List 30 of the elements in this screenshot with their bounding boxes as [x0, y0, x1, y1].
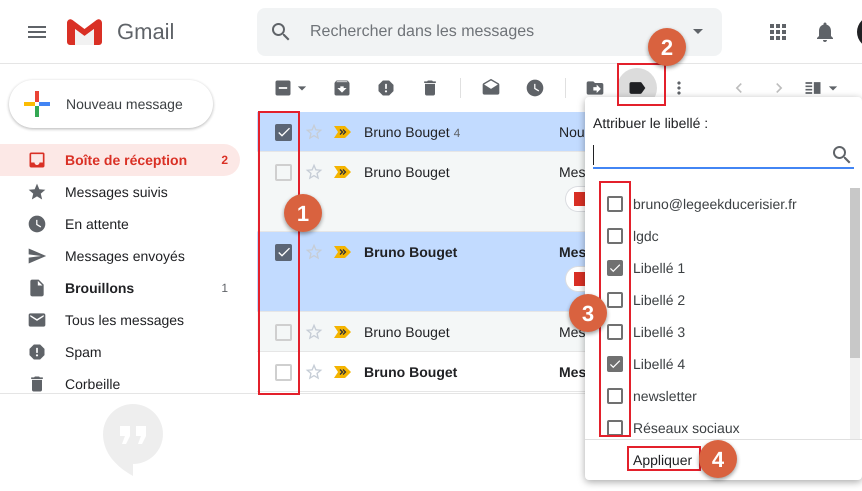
unread-count: 1 [221, 280, 228, 296]
label-option[interactable]: Réseaux sociaux [633, 418, 740, 438]
sender-name: Bruno Bouget [364, 163, 451, 182]
label-option[interactable]: Libellé 1 [633, 258, 686, 278]
apply-button[interactable]: Appliquer [631, 450, 694, 470]
menu-title: Attribuer le libellé : [593, 114, 710, 133]
email-subject: Mes [559, 163, 586, 182]
label-option[interactable]: Libellé 4 [633, 354, 686, 374]
search-input[interactable]: Rechercher dans les messages [310, 20, 560, 44]
nav-item[interactable]: Spam [0, 336, 240, 368]
sender-name: Bruno Bouget [364, 243, 458, 262]
email-subject: Nou [559, 123, 585, 142]
label-option[interactable]: Libellé 3 [633, 322, 686, 342]
sender-name: Bruno Bouget [364, 323, 451, 342]
compose-button[interactable]: Nouveau message [9, 80, 213, 128]
nav-item[interactable]: Messages suivis [0, 176, 240, 208]
email-subject: Mes [559, 243, 586, 262]
label-option[interactable]: bruno@legeekducerisier.fr [633, 194, 797, 214]
sender-name: Bruno Bouget [364, 363, 458, 382]
app-title: Gmail [117, 18, 174, 46]
unread-count: 2 [221, 152, 228, 168]
nav-item[interactable]: Boîte de réception 2 [0, 144, 240, 176]
nav-item[interactable]: Corbeille [0, 368, 240, 393]
nav-item[interactable]: En attente [0, 208, 240, 240]
nav-item[interactable]: Messages envoyés [0, 240, 240, 272]
email-subject: Mes [559, 363, 586, 382]
label-option[interactable]: Libellé 2 [633, 290, 686, 310]
nav-item[interactable]: Brouillons 1 [0, 272, 240, 304]
nav-item[interactable]: Tous les messages [0, 304, 240, 336]
sender-name: Bruno Bouget 4 [364, 123, 462, 142]
